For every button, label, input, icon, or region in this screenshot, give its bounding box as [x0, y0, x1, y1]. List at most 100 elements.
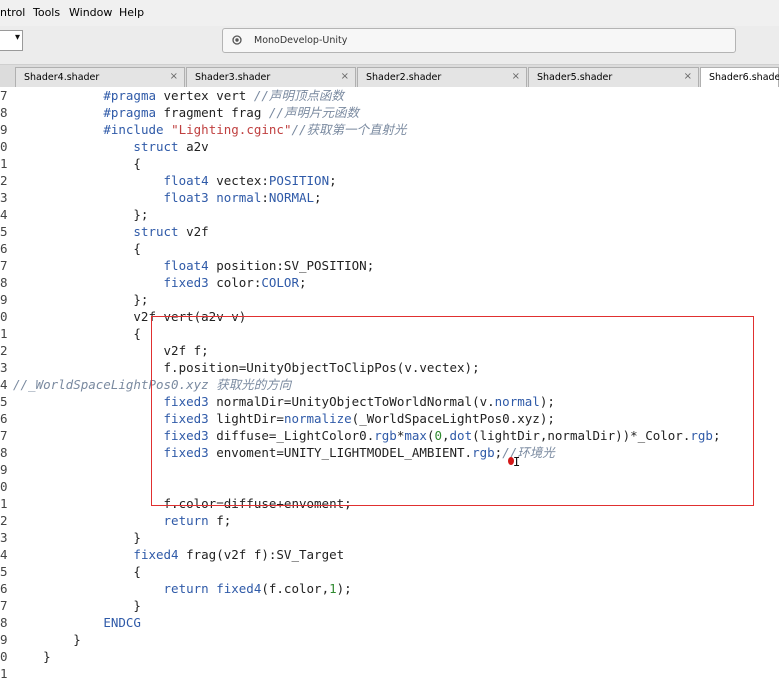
menu-item-tools[interactable]: Tools: [33, 6, 60, 19]
tab-shader3[interactable]: Shader3.shader ×: [186, 67, 356, 87]
line-number: 8: [0, 615, 8, 630]
line-number: 3: [0, 190, 8, 205]
code-line: 3 float3 normal:NORMAL;: [0, 189, 322, 206]
line-number: 8: [0, 105, 8, 120]
code-text: fixed4 frag(v2f f):SV_Target: [133, 547, 345, 562]
line-number: 9: [0, 462, 8, 477]
code-text: fixed3 color:COLOR;: [163, 275, 307, 290]
code-text: float3 normal:NORMAL;: [163, 190, 322, 205]
code-text: {: [13, 156, 141, 171]
close-icon[interactable]: ×: [512, 71, 520, 82]
code-line: 0 }: [0, 648, 51, 665]
line-number: 6: [0, 241, 8, 256]
line-number: 8: [0, 445, 8, 460]
menu-item-window[interactable]: Window: [69, 6, 112, 19]
code-text: {: [13, 564, 141, 579]
menu-bar: ntrol Tools Window Help: [0, 0, 779, 26]
toolbar: ▾ MonoDevelop-Unity: [0, 26, 779, 65]
tab-label: Shader4.shader: [24, 72, 100, 83]
line-number: 8: [0, 275, 8, 290]
code-text: }: [13, 649, 51, 664]
line-number: 7: [0, 428, 8, 443]
code-text: struct a2v: [133, 139, 209, 154]
code-line: 1: [0, 665, 13, 682]
code-text: float4 position:SV_POSITION;: [163, 258, 375, 273]
code-line: 9 }: [0, 631, 81, 648]
code-line: 6 return fixed4(f.color,1);: [0, 580, 352, 597]
code-line: 8 ENDCG: [0, 614, 141, 631]
tab-shader2[interactable]: Shader2.shader ×: [357, 67, 527, 87]
line-number: 0: [0, 139, 8, 154]
close-icon[interactable]: ×: [170, 71, 178, 82]
code-text: {: [13, 326, 141, 341]
code-line: 9 };: [0, 291, 148, 308]
code-line: 8 fixed3 color:COLOR;: [0, 274, 307, 291]
close-icon[interactable]: ×: [341, 71, 349, 82]
code-text: };: [13, 292, 149, 307]
line-number: 6: [0, 581, 8, 596]
highlight-box: [151, 316, 754, 506]
status-icon: [232, 35, 242, 45]
line-number: 7: [0, 598, 8, 613]
code-line: 5 {: [0, 563, 141, 580]
line-number: 4: [0, 547, 8, 562]
line-number: 2: [0, 513, 8, 528]
tab-shader6[interactable]: Shader6.shader: [700, 67, 779, 88]
close-icon[interactable]: ×: [684, 71, 692, 82]
code-text: return f;: [163, 513, 232, 528]
menu-item-help[interactable]: Help: [119, 6, 144, 19]
line-number: 0: [0, 479, 8, 494]
tab-label: Shader5.shader: [537, 72, 613, 83]
status-text: MonoDevelop-Unity: [254, 35, 348, 46]
code-line: 1 {: [0, 325, 141, 342]
line-number: 1: [0, 666, 8, 681]
line-number: 5: [0, 564, 8, 579]
line-number: 1: [0, 496, 8, 511]
code-line: 2 return f;: [0, 512, 231, 529]
line-number: 1: [0, 156, 8, 171]
line-number: 2: [0, 173, 8, 188]
code-text: #pragma fragment frag //声明片元函数: [103, 105, 359, 120]
code-line: 8 #pragma fragment frag //声明片元函数: [0, 104, 359, 121]
code-line: 2 float4 vectex:POSITION;: [0, 172, 337, 189]
configuration-dropdown[interactable]: ▾: [0, 30, 23, 51]
code-text: float4 vectex:POSITION;: [163, 173, 337, 188]
code-editor[interactable]: 7 #pragma vertex vert //声明顶点函数 8 #pragma …: [0, 87, 779, 690]
code-text: }: [13, 598, 141, 613]
line-number: 7: [0, 258, 8, 273]
code-line: 7 #pragma vertex vert //声明顶点函数: [0, 87, 344, 104]
line-number: 5: [0, 394, 8, 409]
code-line: 1 {: [0, 155, 141, 172]
line-number: 2: [0, 343, 8, 358]
line-number: 1: [0, 326, 8, 341]
code-line: 7 }: [0, 597, 141, 614]
line-number: 7: [0, 88, 8, 103]
tab-shader5[interactable]: Shader5.shader ×: [528, 67, 699, 87]
tab-label: Shader2.shader: [366, 72, 442, 83]
code-text: struct v2f: [133, 224, 209, 239]
code-text: #pragma vertex vert //声明顶点函数: [103, 88, 344, 103]
tab-shader4[interactable]: Shader4.shader ×: [15, 67, 185, 87]
line-number: 4: [0, 377, 8, 392]
code-text: {: [13, 241, 141, 256]
code-line: 4 fixed4 frag(v2f f):SV_Target: [0, 546, 344, 563]
code-line: 0 struct a2v: [0, 138, 209, 155]
code-text: return fixed4(f.color,1);: [163, 581, 352, 596]
text-cursor-icon: I: [513, 455, 521, 469]
code-text: }: [13, 632, 81, 647]
menu-item-control[interactable]: ntrol: [0, 6, 25, 19]
line-number: 4: [0, 207, 8, 222]
code-line: 4 };: [0, 206, 148, 223]
code-text: }: [13, 530, 141, 545]
line-number: 0: [0, 649, 8, 664]
line-number: 3: [0, 360, 8, 375]
code-line: 9 #include "Lighting.cginc"//获取第一个直射光: [0, 121, 407, 138]
line-number: 3: [0, 530, 8, 545]
line-number: 9: [0, 122, 8, 137]
code-line: 5 struct v2f: [0, 223, 209, 240]
code-text: #include "Lighting.cginc"//获取第一个直射光: [103, 122, 407, 137]
chevron-down-icon: ▾: [14, 32, 20, 43]
code-text: ENDCG: [103, 615, 141, 630]
tab-label: Shader6.shader: [709, 72, 779, 83]
line-number: 5: [0, 224, 8, 239]
